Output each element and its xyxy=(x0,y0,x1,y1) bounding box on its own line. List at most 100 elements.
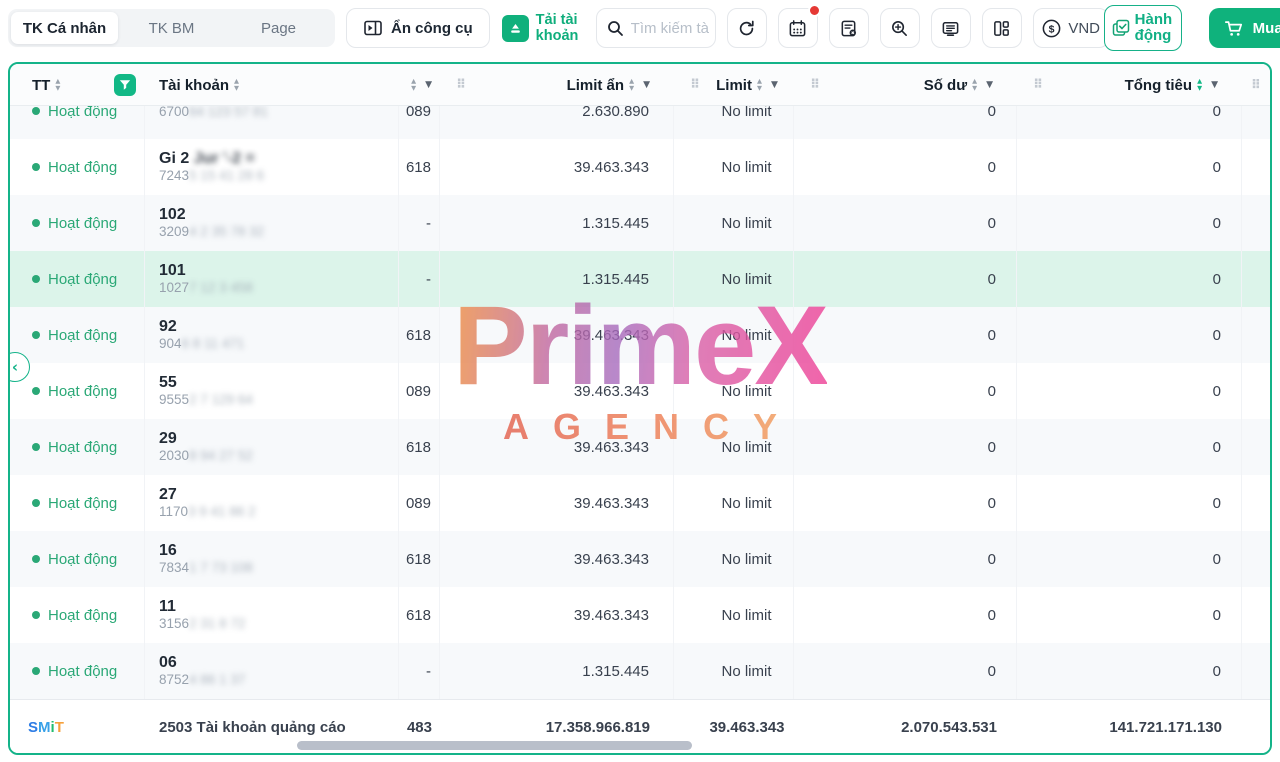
total-spent-cell: 0 xyxy=(1017,475,1242,531)
row-end-cell xyxy=(1242,475,1270,531)
table-row[interactable]: Hoạt động 06 87524 86 1 37 - 1.315.445 N… xyxy=(10,643,1270,699)
tab-tk-ca-nhan[interactable]: TK Cá nhân xyxy=(11,12,118,44)
column-header-clipped[interactable]: ▲▼ ▼ xyxy=(399,64,440,106)
status-dot-icon xyxy=(32,163,40,171)
redacted-id: 2 31 8 72 xyxy=(189,616,245,631)
clipped-value-cell: 618 xyxy=(399,419,440,475)
tab-tk-bm[interactable]: TK BM xyxy=(118,12,225,44)
status-label: Hoạt động xyxy=(48,551,117,568)
column-drag-handle[interactable]: ⠿ xyxy=(456,78,466,93)
status-column-label: TT xyxy=(32,77,50,94)
redacted-id: 5 15 41 28 6 xyxy=(189,168,264,183)
redacted-id: 4 2 35 78 32 xyxy=(189,224,264,239)
account-id: 670064 123 57 81 xyxy=(159,106,268,119)
clipped-value-cell: 618 xyxy=(399,531,440,587)
table-row[interactable]: Hoạt động 55 95552 7 129 64 089 39.463.3… xyxy=(10,363,1270,419)
column-drag-handle[interactable]: ⠿ xyxy=(1251,78,1261,93)
column-drag-handle[interactable]: ⠿ xyxy=(810,78,820,93)
sort-icon: ▲▼ xyxy=(55,78,60,92)
chevron-down-icon[interactable]: ▼ xyxy=(425,80,432,90)
status-label: Hoạt động xyxy=(48,663,117,680)
column-drag-handle[interactable]: ⠿ xyxy=(690,78,700,93)
redacted-id: 8 94 27 52 xyxy=(189,448,253,463)
account-cell: 92 9046 8 11 471 xyxy=(145,307,399,363)
column-header-status[interactable]: TT ▲▼ xyxy=(10,64,145,106)
table-row[interactable]: Hoạt động 101 10277 12 3 458 - 1.315.445… xyxy=(10,251,1270,307)
total-spent-cell: 0 xyxy=(1017,587,1242,643)
table-row[interactable]: Hoạt động 11 31562 31 8 72 618 39.463.34… xyxy=(10,587,1270,643)
load-accounts-button[interactable]: Tải tài khoản xyxy=(501,8,585,48)
display-list-button[interactable] xyxy=(931,8,971,48)
buy-package-button[interactable]: Mua gói xyxy=(1209,8,1280,48)
limit-hidden-cell: 39.463.343 xyxy=(440,419,674,475)
chevron-down-icon[interactable]: ▼ xyxy=(643,80,650,90)
row-end-cell xyxy=(1242,587,1270,643)
actions-button[interactable]: Hành động xyxy=(1104,5,1182,51)
balance-cell: 0 xyxy=(794,106,1017,139)
balance-cell: 0 xyxy=(794,251,1017,307)
table-row[interactable]: Hoạt động 670064 123 57 81 089 2.630.890… xyxy=(10,106,1270,139)
horizontal-scrollbar-thumb[interactable] xyxy=(297,741,692,750)
total-spent-cell: 0 xyxy=(1017,363,1242,419)
row-end-cell xyxy=(1242,106,1270,139)
currency-button[interactable]: $ VND xyxy=(1033,8,1109,48)
chevron-down-icon[interactable]: ▼ xyxy=(771,80,778,90)
status-cell: Hoạt động xyxy=(10,531,145,587)
search-input[interactable] xyxy=(631,20,709,37)
status-dot-icon xyxy=(32,107,40,115)
row-end-cell xyxy=(1242,531,1270,587)
note-icon xyxy=(839,19,858,38)
chevron-down-icon[interactable]: ▼ xyxy=(986,80,993,90)
hide-tools-button[interactable]: Ẩn công cụ xyxy=(346,8,490,48)
account-cell: 55 95552 7 129 64 xyxy=(145,363,399,419)
status-cell: Hoạt động xyxy=(10,307,145,363)
balance-cell: 0 xyxy=(794,139,1017,195)
account-name: 27 xyxy=(159,486,177,504)
status-cell: Hoạt động xyxy=(10,195,145,251)
account-name: 29 xyxy=(159,430,177,448)
chevron-down-icon[interactable]: ▼ xyxy=(1211,80,1218,90)
status-cell: Hoạt động xyxy=(10,251,145,307)
balance-cell: 0 xyxy=(794,531,1017,587)
zoom-button[interactable] xyxy=(880,8,920,48)
refresh-icon xyxy=(737,19,756,38)
table-row[interactable]: Hoạt động 92 9046 8 11 471 618 39.463.34… xyxy=(10,307,1270,363)
table-row[interactable]: Hoạt động 16 78341 7 73 108 618 39.463.3… xyxy=(10,531,1270,587)
redacted-id: 2 7 129 64 xyxy=(189,392,253,407)
column-header-account[interactable]: Tài khoản ▲▼ xyxy=(145,64,399,106)
table-row[interactable]: Hoạt động 102 32094 2 35 78 32 - 1.315.4… xyxy=(10,195,1270,251)
table-row[interactable]: Hoạt động 27 11703 9 41 86 2 089 39.463.… xyxy=(10,475,1270,531)
checkbox-icon xyxy=(1111,18,1131,38)
table-row[interactable]: Hoạt động Gi 2 Jur '-2 = 72435 15 41 28 … xyxy=(10,139,1270,195)
column-header-total-spent[interactable]: ⠿ Tổng tiêu ▲▼ ▼ xyxy=(1017,64,1242,106)
balance-cell: 0 xyxy=(794,419,1017,475)
sort-icon: ▲▼ xyxy=(629,78,634,92)
column-header-limit-hidden[interactable]: ⠿ Limit ẩn ▲▼ ▼ xyxy=(440,64,674,106)
limit-hidden-cell: 1.315.445 xyxy=(440,195,674,251)
table-row[interactable]: Hoạt động 29 20308 94 27 52 618 39.463.3… xyxy=(10,419,1270,475)
limit-hidden-column-label: Limit ẩn xyxy=(567,77,625,94)
notes-button[interactable] xyxy=(829,8,869,48)
status-label: Hoạt động xyxy=(48,106,117,120)
limit-hidden-cell: 39.463.343 xyxy=(440,139,674,195)
tab-page[interactable]: Page xyxy=(225,12,332,44)
sort-icon: ▲▼ xyxy=(972,78,977,92)
account-id: 20308 94 27 52 xyxy=(159,449,253,464)
calendar-button[interactable] xyxy=(778,8,818,48)
column-header-balance[interactable]: ⠿ Số dư ▲▼ ▼ xyxy=(794,64,1017,106)
refresh-button[interactable] xyxy=(727,8,767,48)
limit-cell: No limit xyxy=(674,419,794,475)
account-id: 10277 12 3 458 xyxy=(159,281,253,296)
sort-icon: ▲▼ xyxy=(234,78,239,92)
row-end-cell xyxy=(1242,363,1270,419)
status-dot-icon xyxy=(32,219,40,227)
column-drag-handle[interactable]: ⠿ xyxy=(1033,78,1043,93)
column-header-end: ⠿ xyxy=(1242,64,1270,106)
column-header-limit[interactable]: ⠿ Limit ▲▼ ▼ xyxy=(674,64,794,106)
limit-cell: No limit xyxy=(674,363,794,419)
layout-button[interactable] xyxy=(982,8,1022,48)
footer-total-spent-total: 141.721.171.130 xyxy=(1017,700,1242,754)
redacted-id: 3 9 41 86 2 xyxy=(188,504,256,519)
filter-button[interactable] xyxy=(114,74,136,96)
account-id: 78341 7 73 108 xyxy=(159,561,253,576)
